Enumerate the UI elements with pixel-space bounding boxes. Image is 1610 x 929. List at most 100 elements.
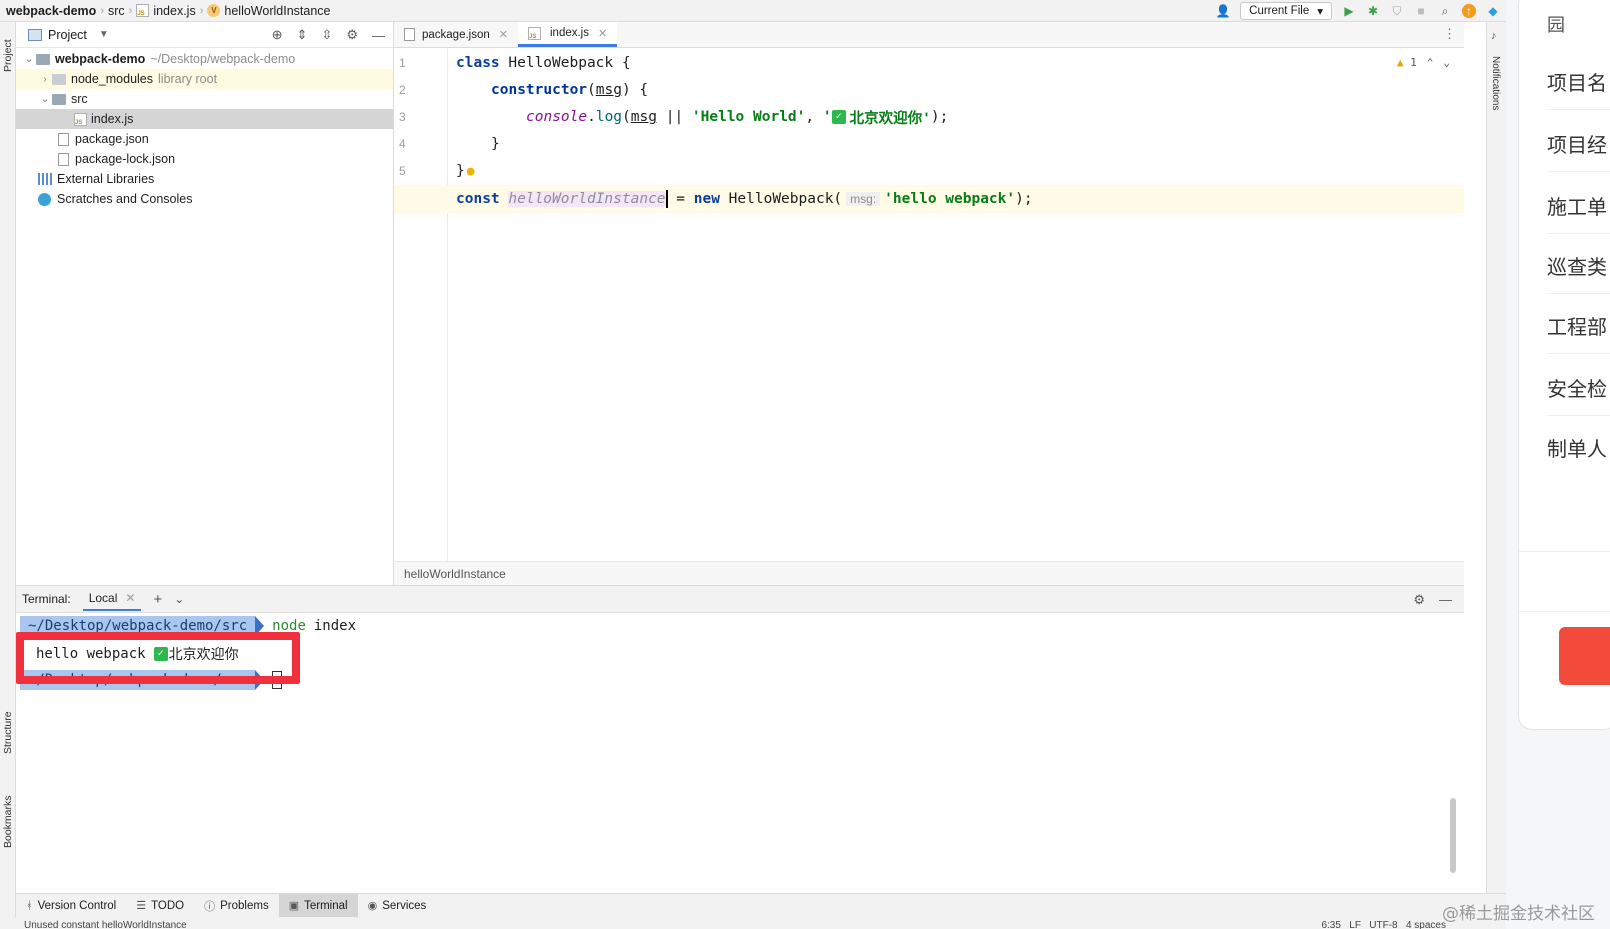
terminal-button[interactable]: ▣ Terminal [278, 893, 358, 918]
tree-item-label: package.json [75, 132, 149, 146]
chevron-down-icon[interactable]: ⌄ [22, 54, 36, 65]
inspection-widget[interactable]: ▲ 1 ⌃ ⌄ [1397, 56, 1450, 69]
user-icon[interactable]: 👤 [1216, 4, 1231, 18]
gear-icon[interactable]: ⚙ [1413, 592, 1425, 608]
breadcrumb-symbol[interactable]: helloWorldInstance [224, 4, 330, 18]
coverage-icon[interactable]: ⛉ [1390, 4, 1404, 18]
stop-icon[interactable]: ■ [1414, 4, 1428, 18]
chevron-down-icon[interactable]: ⌄ [1443, 56, 1450, 69]
breadcrumb-file[interactable]: index.js [153, 4, 195, 18]
breadcrumb-folder[interactable]: src [108, 4, 125, 18]
tree-item-src[interactable]: ⌄ src [16, 89, 393, 109]
problems-button[interactable]: ⓘ Problems [194, 894, 279, 918]
tab-local[interactable]: Local ✕ [82, 587, 142, 611]
tree-item-package-lock-json[interactable]: package-lock.json [16, 149, 393, 169]
tree-item-package-json[interactable]: package.json [16, 129, 393, 149]
structure-tool-tab[interactable]: Structure [0, 698, 16, 768]
run-configuration-select[interactable]: Current File ▾ [1240, 2, 1332, 20]
json-file-icon [404, 28, 415, 41]
lightbulb-icon[interactable]: ● [467, 164, 475, 179]
update-icon[interactable]: ↑ [1462, 4, 1476, 18]
line-number: 1 [399, 56, 406, 70]
more-options-icon[interactable]: ⋮ [1443, 26, 1456, 42]
close-icon[interactable]: ✕ [499, 28, 508, 41]
json-file-icon [58, 152, 69, 166]
code-editor[interactable]: ▲ 1 ⌃ ⌄ class HelloWebpack { constructor… [394, 48, 1464, 561]
chevron-down-icon[interactable]: ▼ [99, 29, 109, 40]
chevron-down-icon[interactable]: ⌄ [174, 592, 184, 606]
minimize-icon[interactable]: — [372, 28, 385, 43]
chevron-down-icon: ▾ [1317, 6, 1323, 18]
locate-icon[interactable]: ⊕ [272, 27, 283, 43]
project-tool-tab[interactable]: Project [0, 28, 16, 84]
editor-tabs: package.json ✕ index.js ✕ ⋮ [394, 22, 1464, 48]
console-object: console [526, 109, 588, 125]
code-text: = [667, 191, 694, 207]
unused-variable: helloWorldInstance [508, 191, 666, 207]
left-tool-strip: Project Structure Bookmarks [0, 22, 16, 917]
tree-item-index-js[interactable]: index.js [16, 109, 393, 129]
breadcrumb-symbol[interactable]: helloWorldInstance [404, 567, 506, 581]
services-button[interactable]: ◉ Services [358, 894, 437, 918]
ide-logo-icon[interactable]: ◆ [1486, 4, 1500, 18]
close-icon[interactable]: ✕ [598, 27, 607, 40]
notifications-tool-tab[interactable]: Notifications [1490, 56, 1501, 110]
command-arg: index [313, 618, 357, 634]
info-icon: ⓘ [204, 900, 216, 913]
tree-item-note: library root [158, 72, 218, 86]
tree-item-label: node_modules [71, 72, 154, 86]
folder-icon [52, 73, 66, 85]
caret-position[interactable]: 6:35 [1321, 920, 1340, 929]
tree-item-scratches[interactable]: Scratches and Consoles [16, 189, 393, 209]
breadcrumb-project[interactable]: webpack-demo [6, 4, 96, 18]
chevron-right-icon[interactable]: › [38, 74, 52, 85]
indent-setting[interactable]: 4 spaces [1406, 920, 1446, 929]
side-item[interactable]: 项目名 [1547, 67, 1607, 96]
version-control-button[interactable]: ᚼ Version Control [16, 894, 126, 918]
line-number: 4 [399, 137, 406, 151]
side-item[interactable]: 工程部 [1547, 311, 1607, 340]
tree-item-external-libraries[interactable]: External Libraries [16, 169, 393, 189]
minimize-icon[interactable]: — [1439, 592, 1452, 608]
terminal-output[interactable]: ~/Desktop/webpack-demo/src node index ~/… [16, 613, 1464, 893]
tree-item-node-modules[interactable]: › node_modules library root [16, 69, 393, 89]
collapse-all-icon[interactable]: ⇳ [321, 27, 332, 43]
tab-label: index.js [550, 27, 589, 39]
side-item[interactable]: 施工单 [1547, 191, 1607, 220]
variable-icon: V [207, 4, 221, 17]
side-item[interactable]: 项目经 [1547, 129, 1607, 158]
debug-icon[interactable]: ✱ [1366, 4, 1380, 18]
line-number: 2 [399, 83, 406, 97]
gear-icon[interactable]: ⚙ [346, 27, 358, 43]
tree-item-root[interactable]: ⌄ webpack-demo ~/Desktop/webpack-demo [16, 49, 393, 69]
list-icon: ☰ [136, 900, 147, 912]
run-icon[interactable]: ▶ [1342, 4, 1356, 18]
status-right: 6:35 LF UTF-8 4 spaces [1321, 917, 1446, 929]
line-separator[interactable]: LF [1349, 920, 1361, 929]
todo-button[interactable]: ☰ TODO [126, 894, 194, 918]
terminal-icon: ▣ [288, 900, 300, 912]
bookmarks-tool-tab[interactable]: Bookmarks [0, 788, 16, 856]
side-item[interactable]: 制单人 [1547, 433, 1607, 462]
project-view-select[interactable]: Project [48, 28, 87, 42]
code-text: ); [1015, 191, 1033, 207]
tab-index-js[interactable]: index.js ✕ [518, 22, 618, 47]
bell-icon[interactable]: ♪ [1491, 30, 1497, 42]
new-tab-icon[interactable]: + [153, 591, 162, 608]
warning-indicator[interactable]: ▲ 1 [1397, 56, 1417, 69]
submit-button[interactable] [1559, 627, 1610, 685]
tool-label: Terminal [304, 899, 348, 912]
chevron-down-icon[interactable]: ⌄ [38, 94, 52, 105]
side-item[interactable]: 安全检 [1547, 373, 1607, 402]
side-item[interactable]: 巡查类 [1547, 251, 1607, 280]
search-icon[interactable]: ⌕ [1438, 4, 1452, 18]
divider [1519, 551, 1610, 552]
tab-package-json[interactable]: package.json ✕ [394, 22, 518, 47]
file-encoding[interactable]: UTF-8 [1369, 920, 1397, 929]
expand-all-icon[interactable]: ⇕ [297, 27, 308, 43]
chevron-up-icon[interactable]: ⌃ [1427, 56, 1434, 69]
folder-icon [52, 93, 66, 105]
terminal-scrollbar[interactable] [1450, 798, 1456, 873]
close-icon[interactable]: ✕ [125, 591, 135, 605]
warning-icon: ▲ [1396, 56, 1404, 69]
